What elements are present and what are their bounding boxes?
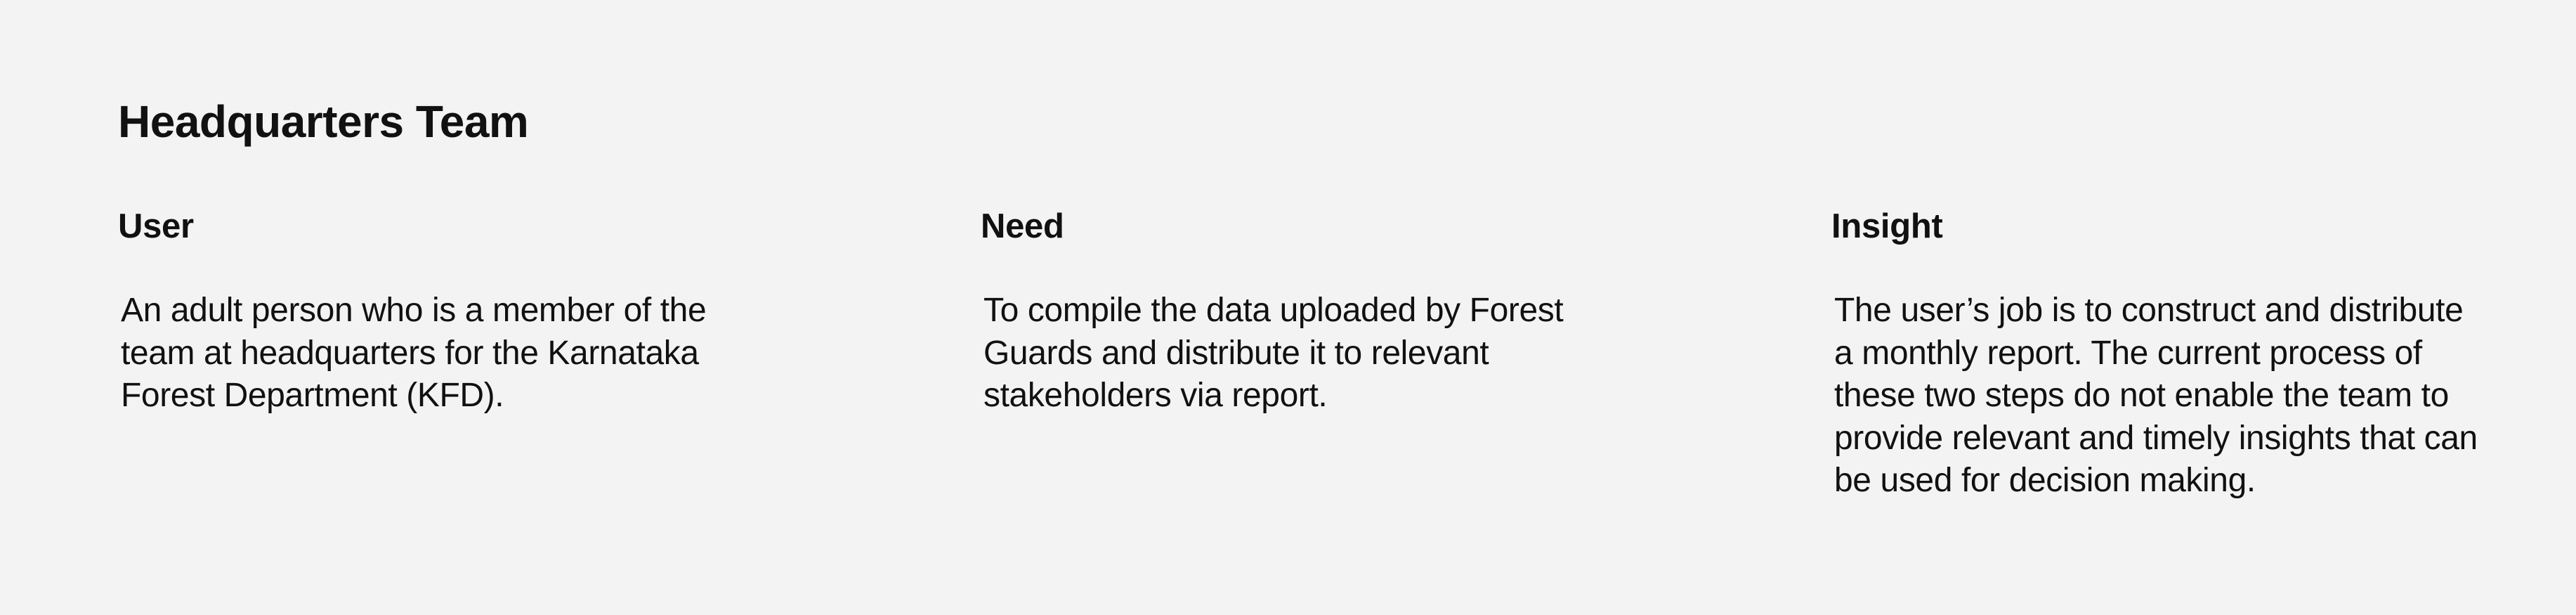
need-column: Need To compile the data uploaded by For… [981, 205, 1669, 414]
user-heading: User [118, 207, 194, 245]
insight-column: Insight The user’s job is to construct a… [1831, 205, 2520, 499]
user-column: User An adult person who is a member of … [118, 205, 806, 414]
user-description: An adult person who is a member of the t… [121, 292, 707, 414]
insight-heading: Insight [1831, 207, 1943, 245]
need-description: To compile the data uploaded by Forest G… [983, 292, 1564, 414]
insight-description: The user’s job is to construct and distr… [1834, 292, 2478, 499]
page-title: Headquarters Team [118, 96, 529, 147]
need-heading: Need [981, 207, 1064, 245]
